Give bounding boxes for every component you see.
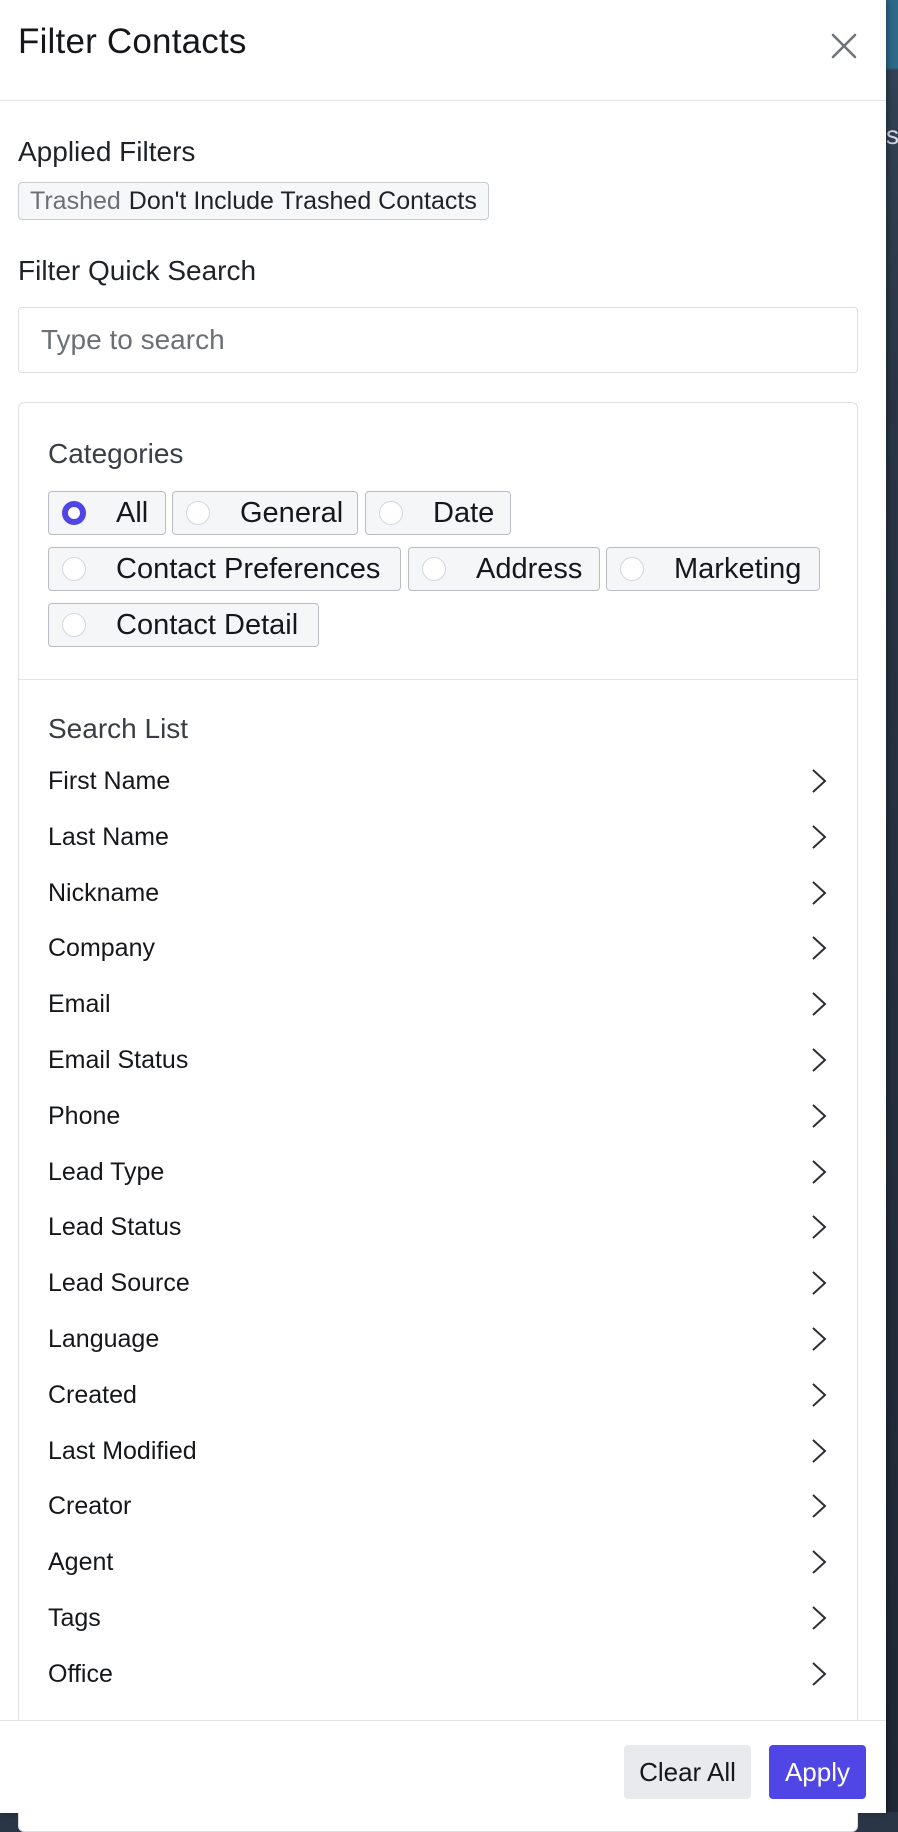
category-option-all[interactable]: All (48, 491, 166, 535)
chevron-right-icon (812, 992, 827, 1016)
search-list-item-last-name[interactable]: Last Name (19, 807, 857, 863)
search-list-item-last-modified[interactable]: Last Modified (19, 1421, 857, 1477)
chevron-right-icon (812, 1215, 827, 1240)
panel-footer: Clear All Apply (0, 1720, 886, 1813)
search-list-item-label: Tags (48, 1603, 101, 1632)
search-list-item-language[interactable]: Language (19, 1309, 857, 1365)
chevron-right-icon (812, 1104, 827, 1128)
search-list-item-label: Lead Type (48, 1157, 165, 1186)
search-list-item-label: Last Name (48, 822, 169, 851)
chevron-right-icon (812, 936, 827, 961)
search-list-item-label: Lead Source (48, 1269, 190, 1298)
search-list-item-lead-source[interactable]: Lead Source (19, 1253, 857, 1309)
radio-unselected-icon (186, 501, 210, 525)
category-option-date[interactable]: Date (365, 491, 511, 535)
search-list: First Name Last Name Nickname Company Em… (19, 751, 857, 1700)
chevron-right-icon (812, 1438, 827, 1463)
search-list-item-label: Phone (48, 1101, 121, 1130)
chevron-right-icon (812, 1550, 827, 1574)
category-option-contact-detail[interactable]: Contact Detail (48, 603, 319, 647)
background-text-fragment: s (886, 120, 898, 150)
category-option-contact-preferences[interactable]: Contact Preferences (48, 547, 401, 591)
search-list-item-created[interactable]: Created (19, 1365, 857, 1421)
chevron-right-icon (812, 1383, 827, 1407)
search-list-item-office[interactable]: Office (19, 1644, 857, 1700)
search-list-item-nickname[interactable]: Nickname (19, 863, 857, 919)
panel-title: Filter Contacts (18, 22, 247, 61)
search-list-item-company[interactable]: Company (19, 918, 857, 974)
category-label: Contact Detail (116, 608, 299, 641)
search-list-item-lead-type[interactable]: Lead Type (19, 1142, 857, 1198)
search-list-item-label: Email (48, 990, 111, 1019)
radio-unselected-icon (422, 557, 446, 581)
applied-filters-heading: Applied Filters (18, 136, 196, 167)
section-divider (19, 679, 857, 680)
apply-button[interactable]: Apply (769, 1745, 866, 1799)
category-label: Marketing (674, 552, 802, 585)
search-list-item-first-name[interactable]: First Name (19, 751, 857, 807)
search-list-item-label: Lead Status (48, 1213, 182, 1242)
search-list-item-label: Nickname (48, 878, 160, 907)
search-list-item-label: Agent (48, 1548, 114, 1577)
search-list-heading: Search List (48, 713, 189, 744)
applied-filter-value: Don't Include Trashed Contacts (128, 186, 477, 215)
category-label: Contact Preferences (116, 552, 381, 585)
chevron-right-icon (812, 1327, 827, 1351)
category-option-general[interactable]: General (172, 491, 358, 535)
chevron-right-icon (812, 1494, 827, 1519)
page-backdrop: s (886, 0, 898, 1812)
search-list-item-label: Office (48, 1659, 113, 1688)
search-list-item-label: Last Modified (48, 1436, 197, 1465)
search-list-item-phone[interactable]: Phone (19, 1086, 857, 1142)
search-list-item-label: Created (48, 1380, 137, 1409)
radio-unselected-icon (62, 613, 86, 637)
chevron-right-icon (812, 1159, 827, 1184)
radio-unselected-icon (62, 557, 86, 581)
search-list-item-label: First Name (48, 767, 171, 795)
filter-contacts-panel: Filter Contacts Applied Filters Trashed … (0, 0, 886, 1832)
radio-unselected-icon (379, 501, 403, 525)
search-list-item-label: Language (48, 1324, 160, 1353)
chevron-right-icon (812, 1271, 827, 1295)
quick-search-heading: Filter Quick Search (18, 255, 257, 286)
chevron-right-icon (812, 825, 827, 849)
category-label: Date (433, 496, 495, 529)
search-list-item-label: Creator (48, 1492, 132, 1521)
search-list-item-email[interactable]: Email (19, 974, 857, 1030)
chevron-right-icon (812, 880, 827, 905)
filter-options-card: Categories All General Date Contact Pref… (18, 402, 858, 1832)
close-icon (831, 33, 857, 59)
chevron-right-icon (812, 1048, 827, 1072)
search-list-item-email-status[interactable]: Email Status (19, 1030, 857, 1086)
radio-selected-icon (62, 501, 86, 525)
radio-unselected-icon (620, 557, 644, 581)
clear-all-button[interactable]: Clear All (624, 1745, 751, 1799)
category-option-marketing[interactable]: Marketing (606, 547, 820, 591)
category-label: Address (476, 552, 583, 585)
search-list-item-creator[interactable]: Creator (19, 1476, 857, 1532)
applied-filter-chip[interactable]: Trashed Don't Include Trashed Contacts (18, 182, 489, 220)
categories-heading: Categories (48, 438, 184, 469)
search-list-item-label: Email Status (48, 1045, 189, 1074)
category-label: General (240, 496, 344, 529)
chevron-right-icon (812, 1662, 827, 1686)
category-label: All (116, 496, 149, 529)
applied-filter-key: Trashed (30, 186, 121, 215)
quick-search-input[interactable] (18, 307, 858, 373)
chevron-right-icon (812, 769, 827, 793)
search-list-item-agent[interactable]: Agent (19, 1532, 857, 1588)
panel-header: Filter Contacts (0, 0, 886, 101)
search-list-item-lead-status[interactable]: Lead Status (19, 1197, 857, 1253)
search-list-item-label: Company (48, 934, 155, 963)
search-list-item-tags[interactable]: Tags (19, 1588, 857, 1644)
category-option-address[interactable]: Address (408, 547, 600, 591)
chevron-right-icon (812, 1606, 827, 1630)
close-button[interactable] (824, 26, 864, 66)
